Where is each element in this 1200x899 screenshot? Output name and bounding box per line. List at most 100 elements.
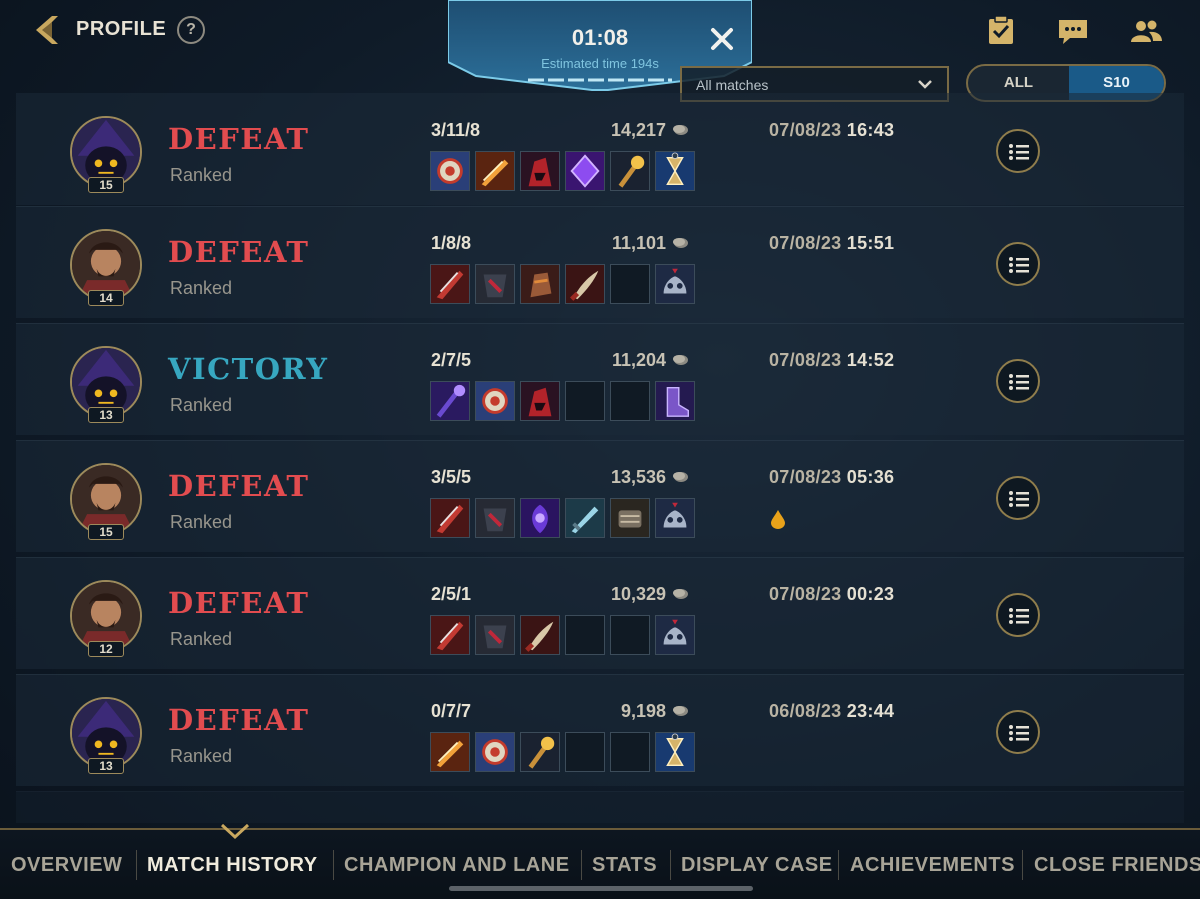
queue-type: Ranked <box>170 165 233 185</box>
match-date: 07/08/23 <box>769 350 842 370</box>
veigar-portrait-icon <box>72 699 140 767</box>
graves-portrait-icon <box>72 231 140 299</box>
queue-timer: 01:08 <box>571 25 629 50</box>
item-slot[interactable] <box>610 615 650 655</box>
chevron-left-icon <box>36 16 58 44</box>
tab-match-history[interactable]: MATCH HISTORY <box>147 854 318 877</box>
match-details-button[interactable] <box>996 710 1040 754</box>
bronze-gauntlet-icon <box>521 265 559 303</box>
item-slot[interactable] <box>655 498 695 538</box>
tab-overview[interactable]: OVERVIEW <box>11 854 122 877</box>
item-slot[interactable] <box>610 151 650 191</box>
item-slot[interactable] <box>520 151 560 191</box>
match-datetime: 07/08/23 16:43 <box>769 120 894 141</box>
item-slot[interactable] <box>565 151 605 191</box>
match-details-button[interactable] <box>996 129 1040 173</box>
item-slot[interactable] <box>655 264 695 304</box>
item-slot[interactable] <box>475 732 515 772</box>
match-details-button[interactable] <box>996 359 1040 403</box>
veigar-portrait-icon <box>72 348 140 416</box>
item-slot[interactable] <box>655 381 695 421</box>
tab-stats[interactable]: STATS <box>592 854 657 877</box>
tab-close-friends[interactable]: CLOSE FRIENDS <box>1034 854 1200 877</box>
tab-achievements[interactable]: ACHIEVEMENTS <box>850 854 1015 877</box>
chat-button[interactable] <box>1056 14 1090 48</box>
tab-display-case[interactable]: DISPLAY CASE <box>681 854 833 877</box>
dark-armor-icon <box>476 265 514 303</box>
match-details-button[interactable] <box>996 593 1040 637</box>
home-indicator[interactable] <box>449 886 753 891</box>
item-slot[interactable] <box>565 381 605 421</box>
item-slot[interactable] <box>475 151 515 191</box>
item-slot[interactable] <box>475 615 515 655</box>
match-time: 05:36 <box>846 467 895 487</box>
item-slot[interactable] <box>655 732 695 772</box>
item-slot[interactable] <box>520 615 560 655</box>
item-slot[interactable] <box>430 264 470 304</box>
match-date: 07/08/23 <box>769 233 842 253</box>
kda: 3/11/8 <box>431 120 481 140</box>
match-details-button[interactable] <box>996 242 1040 286</box>
match-row[interactable]: 14 DEFEAT Ranked 1/8/8 11,101 07/08/23 1… <box>16 206 1184 318</box>
kda: 3/5/5 <box>431 467 472 487</box>
empty-slot <box>566 733 604 771</box>
item-slot[interactable] <box>565 264 605 304</box>
item-slot[interactable] <box>610 732 650 772</box>
item-slot[interactable] <box>475 264 515 304</box>
item-slot[interactable] <box>430 381 470 421</box>
page-title: PROFILE <box>76 18 167 40</box>
item-slot[interactable] <box>430 151 470 191</box>
match-time: 15:51 <box>846 233 895 253</box>
item-slot[interactable] <box>475 498 515 538</box>
back-button[interactable] <box>30 12 66 48</box>
silver-boots-icon <box>656 499 694 537</box>
item-slot[interactable] <box>655 615 695 655</box>
gold-coins-icon <box>673 125 688 135</box>
item-slot[interactable] <box>430 615 470 655</box>
match-row[interactable]: 13 DEFEAT Ranked 0/7/7 9,198 06/08/23 23… <box>16 674 1184 786</box>
flame-blade-icon <box>476 152 514 190</box>
curved-dagger-icon <box>521 616 559 654</box>
item-slot[interactable] <box>520 732 560 772</box>
cancel-queue-button[interactable] <box>709 26 735 52</box>
item-slot[interactable] <box>610 264 650 304</box>
gold-coins-icon <box>673 472 688 482</box>
item-slot[interactable] <box>610 381 650 421</box>
champion-level-badge: 13 <box>88 407 124 423</box>
match-datetime: 07/08/23 14:52 <box>769 350 894 371</box>
help-button[interactable]: ? <box>177 16 205 44</box>
match-history-list[interactable]: 15 DEFEAT Ranked 3/11/8 14,217 07/08/23 … <box>16 93 1184 823</box>
golden-scepter-icon <box>611 152 649 190</box>
item-slot[interactable] <box>610 498 650 538</box>
partial-match-row[interactable] <box>16 791 1184 823</box>
silver-boots-icon <box>656 265 694 303</box>
match-row[interactable]: 15 DEFEAT Ranked 3/11/8 14,217 07/08/23 … <box>16 93 1184 205</box>
kda: 2/5/1 <box>431 584 472 604</box>
match-date: 06/08/23 <box>769 701 842 721</box>
missions-button[interactable] <box>984 14 1018 48</box>
item-slot[interactable] <box>475 381 515 421</box>
item-slot[interactable] <box>430 732 470 772</box>
item-slot[interactable] <box>430 498 470 538</box>
kda: 1/8/8 <box>431 233 472 253</box>
match-row[interactable]: 13 VICTORY Ranked 2/7/5 11,204 07/08/23 … <box>16 323 1184 435</box>
item-slot[interactable] <box>565 498 605 538</box>
match-row[interactable]: 15 DEFEAT Ranked 3/5/5 13,536 07/08/23 0… <box>16 440 1184 552</box>
match-result: DEFEAT <box>168 469 310 503</box>
item-slot[interactable] <box>655 151 695 191</box>
tab-champion-and-lane[interactable]: CHAMPION AND LANE <box>344 854 570 877</box>
item-slot[interactable] <box>520 381 560 421</box>
match-time: 14:52 <box>846 350 895 370</box>
item-slot[interactable] <box>520 498 560 538</box>
match-details-button[interactable] <box>996 476 1040 520</box>
item-slot[interactable] <box>520 264 560 304</box>
match-row[interactable]: 12 DEFEAT Ranked 2/5/1 10,329 07/08/23 0… <box>16 557 1184 669</box>
tab-divider <box>333 850 334 880</box>
item-slot[interactable] <box>565 615 605 655</box>
champion-level-badge: 13 <box>88 758 124 774</box>
match-result: VICTORY <box>168 352 329 386</box>
empty-slot <box>611 382 649 420</box>
friends-button[interactable] <box>1129 14 1163 48</box>
champion-level-badge: 15 <box>88 524 124 540</box>
item-slot[interactable] <box>565 732 605 772</box>
